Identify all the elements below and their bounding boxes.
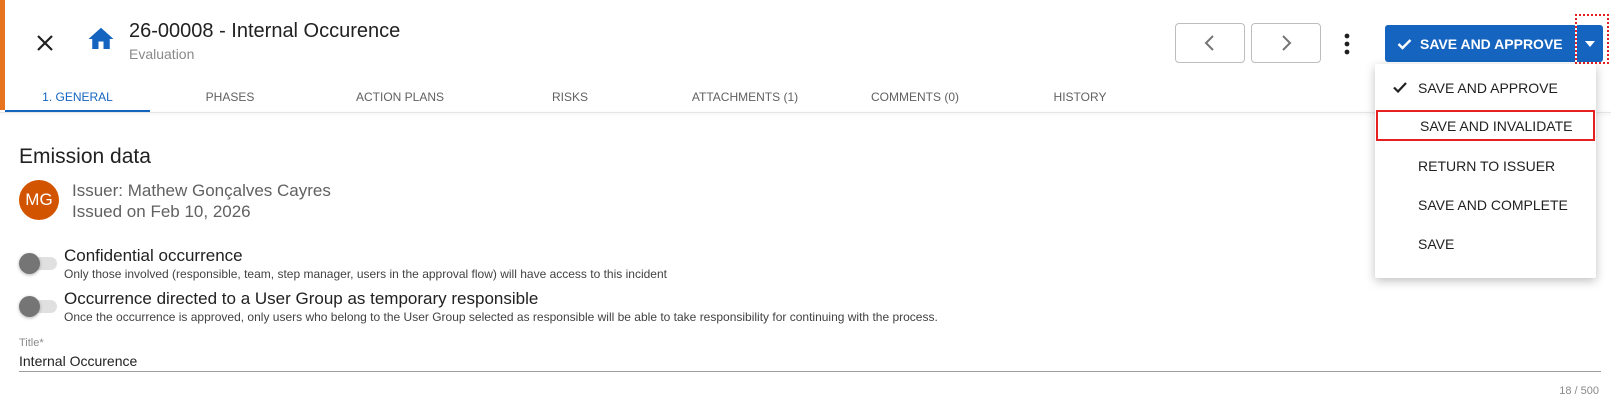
menu-item-return-to-issuer[interactable]: RETURN TO ISSUER: [1375, 147, 1596, 184]
close-icon: [37, 35, 53, 51]
tab-action-plans[interactable]: ACTION PLANS: [335, 80, 465, 112]
menu-item-save-and-approve[interactable]: SAVE AND APPROVE: [1375, 69, 1596, 106]
title-char-counter: 18 / 500: [1559, 385, 1599, 397]
save-and-approve-button[interactable]: SAVE AND APPROVE: [1385, 25, 1575, 62]
user-group-toggle[interactable]: [19, 296, 59, 317]
menu-item-save-and-invalidate[interactable]: SAVE AND INVALIDATE: [1376, 110, 1595, 141]
menu-item-save[interactable]: SAVE: [1375, 225, 1596, 262]
section-title: Emission data: [19, 145, 151, 168]
issuer-text: Issuer: Mathew Gonçalves Cayres: [72, 181, 331, 200]
save-button-label: SAVE AND APPROVE: [1420, 35, 1563, 52]
more-vertical-icon: [1344, 33, 1350, 55]
caret-down-icon: [1585, 40, 1595, 47]
tab-phases[interactable]: PHASES: [175, 80, 285, 112]
save-options-menu: SAVE AND APPROVE SAVE AND INVALIDATE RET…: [1375, 64, 1596, 278]
avatar: MG: [19, 180, 59, 220]
previous-button[interactable]: [1175, 23, 1245, 63]
toggle-thumb: [19, 296, 40, 317]
tab-history[interactable]: HISTORY: [1025, 80, 1135, 112]
more-options-button[interactable]: [1335, 28, 1359, 60]
save-options-dropdown-toggle[interactable]: [1577, 25, 1603, 62]
menu-item-label: RETURN TO ISSUER: [1418, 157, 1556, 174]
tab-general[interactable]: 1. GENERAL: [5, 80, 150, 112]
tab-risks[interactable]: RISKS: [515, 80, 625, 112]
chevron-left-icon: [1204, 35, 1214, 51]
tab-attachments[interactable]: ATTACHMENTS (1): [670, 80, 820, 112]
confidential-label: Confidential occurrence: [64, 246, 243, 265]
menu-item-label: SAVE AND COMPLETE: [1418, 196, 1568, 213]
title-field-label: Title*: [19, 337, 44, 349]
user-group-description: Once the occurrence is approved, only us…: [64, 310, 938, 324]
menu-item-label: SAVE AND APPROVE: [1418, 79, 1558, 96]
page-subtitle: Evaluation: [129, 46, 195, 62]
confidential-description: Only those involved (responsible, team, …: [64, 267, 667, 281]
tab-comments[interactable]: COMMENTS (0): [845, 80, 985, 112]
issued-date-text: Issued on Feb 10, 2026: [72, 202, 251, 221]
home-icon: [88, 27, 114, 49]
chevron-right-icon: [1282, 35, 1292, 51]
check-icon: [1393, 82, 1407, 94]
close-button[interactable]: [30, 28, 60, 58]
page-title: 26-00008 - Internal Occurence: [129, 20, 401, 42]
tab-bar: 1. GENERAL PHASES ACTION PLANS RISKS ATT…: [5, 80, 1375, 112]
user-group-label: Occurrence directed to a User Group as t…: [64, 289, 539, 308]
next-button[interactable]: [1251, 23, 1321, 63]
menu-item-save-and-complete[interactable]: SAVE AND COMPLETE: [1375, 186, 1596, 223]
confidential-toggle[interactable]: [19, 253, 59, 274]
menu-item-label: SAVE AND INVALIDATE: [1420, 117, 1573, 134]
title-input[interactable]: [19, 350, 1601, 372]
check-icon: [1397, 38, 1412, 50]
tab-divider: [0, 112, 1611, 113]
toggle-thumb: [19, 253, 40, 274]
menu-item-label: SAVE: [1418, 235, 1455, 252]
